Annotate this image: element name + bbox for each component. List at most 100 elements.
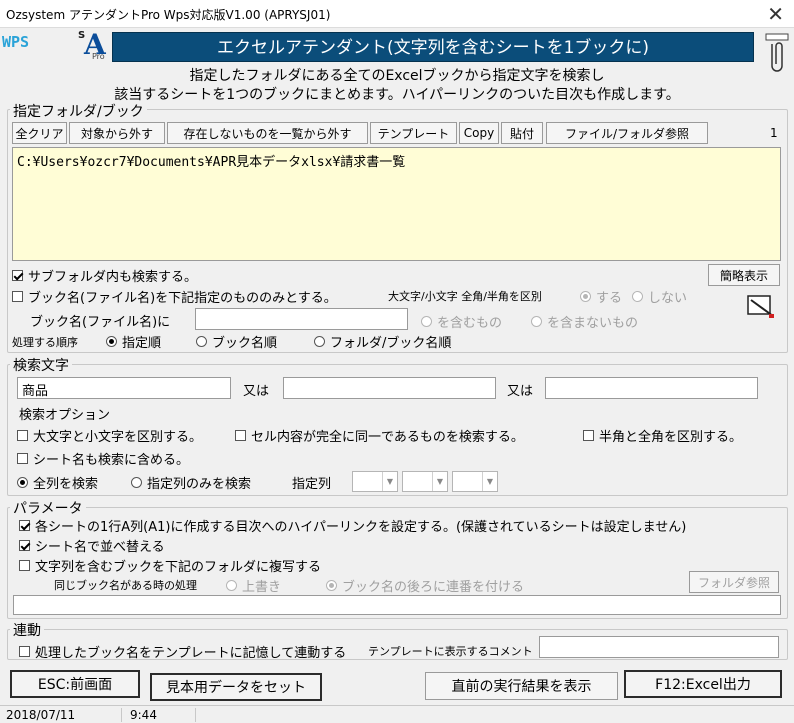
chevron-down-icon: ▼	[382, 472, 397, 491]
whole-cell-row[interactable]: セル内容が完全に同一であるものを検索する。	[235, 426, 524, 445]
not-contains-radio[interactable]	[531, 316, 542, 327]
window-titlebar: Ozsystem アテンダントPro Wps対応版V1.00 (APRYSJ01…	[0, 0, 794, 28]
not-contains-radio-row[interactable]: を含まないもの	[531, 312, 638, 331]
close-icon[interactable]: ✕	[767, 2, 784, 26]
subfolder-checkbox[interactable]	[12, 270, 23, 281]
search-options-label: 検索オプション	[19, 408, 111, 423]
order-label: 処理する順序	[12, 336, 78, 349]
brief-display-button[interactable]: 簡略表示	[708, 264, 780, 286]
overwrite-label: 上書き	[242, 580, 282, 595]
browse-file-folder-button[interactable]: ファイル/フォルダ参照	[546, 122, 708, 144]
status-bar: 2018/07/11 9:44	[0, 705, 794, 723]
width-sensitive-checkbox[interactable]	[583, 430, 594, 441]
column-select-2[interactable]: ▼	[402, 471, 448, 492]
case-yes-radio-row[interactable]: する	[580, 287, 622, 306]
search-legend: 検索文字	[10, 355, 72, 375]
bookname-input[interactable]	[195, 308, 408, 330]
append-number-radio[interactable]	[326, 580, 337, 591]
search-term-1-input[interactable]: 商品	[17, 377, 231, 399]
bookname-label: ブック名(ファイル名)に	[30, 315, 171, 330]
include-sheet-name-label: シート名も検索に含める。	[33, 453, 190, 468]
subfolder-label: サブフォルダ内も検索する。	[28, 270, 198, 285]
last-result-button[interactable]: 直前の実行結果を表示	[425, 672, 618, 700]
case-no-label: しない	[648, 291, 688, 306]
paste-button[interactable]: 貼付	[501, 122, 543, 144]
order-folder-book-row[interactable]: フォルダ/ブック名順	[314, 332, 451, 351]
case-no-radio[interactable]	[632, 291, 643, 302]
overwrite-radio[interactable]	[226, 580, 237, 591]
order-book-row[interactable]: ブック名順	[196, 332, 277, 351]
remember-label: 処理したブック名をテンプレートに記憶して連動する	[35, 646, 347, 661]
case-yes-radio[interactable]	[580, 291, 591, 302]
order-folder-book-radio[interactable]	[314, 336, 325, 347]
include-sheet-name-row[interactable]: シート名も検索に含める。	[17, 449, 189, 468]
remove-from-target-button[interactable]: 対象から外す	[69, 122, 165, 144]
banner-title: エクセルアテンダント(文字列を含むシートを1ブックに)	[112, 32, 754, 62]
hyperlink-checkbox[interactable]	[19, 520, 30, 531]
hyperlink-row[interactable]: 各シートの1行A列(A1)に作成する目次へのハイパーリンクを設定する。(保護され…	[19, 516, 686, 535]
case-sensitive-row[interactable]: 大文字と小文字を区別する。	[17, 426, 202, 445]
width-sensitive-row[interactable]: 半角と全角を区別する。	[583, 426, 742, 445]
column-select-1[interactable]: ▼	[352, 471, 398, 492]
chevron-down-icon: ▼	[432, 472, 447, 491]
param-legend: パラメータ	[10, 498, 86, 518]
copy-books-row[interactable]: 文字列を含むブックを下記のフォルダに複写する	[19, 556, 321, 575]
overwrite-row[interactable]: 上書き	[226, 576, 281, 595]
sort-by-sheet-checkbox[interactable]	[19, 540, 30, 551]
esc-button[interactable]: ESC:前画面	[10, 670, 140, 698]
search-term-3-input[interactable]	[545, 377, 758, 399]
all-columns-label: 全列を検索	[33, 477, 99, 492]
link-legend: 連動	[10, 620, 44, 640]
specified-columns-radio[interactable]	[131, 477, 142, 488]
folder-legend: 指定フォルダ/ブック	[10, 101, 147, 121]
wps-logo: WPS	[2, 33, 30, 51]
copy-folder-input[interactable]	[13, 595, 781, 615]
remove-missing-button[interactable]: 存在しないものを一覧から外す	[167, 122, 368, 144]
order-specified-radio[interactable]	[106, 336, 117, 347]
case-distinction-label: 大文字/小文字 全角/半角を区別	[388, 290, 542, 303]
comment-label: テンプレートに表示するコメント	[368, 645, 533, 658]
sample-data-button[interactable]: 見本用データをセット	[150, 673, 322, 701]
column-select-3[interactable]: ▼	[452, 471, 498, 492]
copy-books-checkbox[interactable]	[19, 560, 30, 571]
order-folder-book-label: フォルダ/ブック名順	[330, 336, 452, 351]
status-time: 9:44	[124, 708, 196, 722]
append-number-label: ブック名の後ろに連番を付ける	[342, 580, 525, 595]
folder-browse-button[interactable]: フォルダ参照	[689, 571, 779, 593]
chevron-down-icon: ▼	[482, 472, 497, 491]
template-button[interactable]: テンプレート	[370, 122, 457, 144]
subfolder-checkbox-row[interactable]: サブフォルダ内も検索する。	[12, 266, 197, 285]
order-specified-row[interactable]: 指定順	[106, 332, 161, 351]
all-columns-radio[interactable]	[17, 477, 28, 488]
contains-radio[interactable]	[421, 316, 432, 327]
excel-output-button[interactable]: F12:Excel出力	[624, 670, 782, 698]
path-list[interactable]: C:¥Users¥ozcr7¥Documents¥APR見本データxlsx¥請求…	[12, 147, 781, 261]
case-sensitive-checkbox[interactable]	[17, 430, 28, 441]
order-book-radio[interactable]	[196, 336, 207, 347]
whole-cell-checkbox[interactable]	[235, 430, 246, 441]
clear-all-button[interactable]: 全クリア	[12, 122, 67, 144]
bookname-only-label: ブック名(ファイル名)を下記指定のもののみとする。	[28, 291, 337, 306]
or-label-2: 又は	[507, 384, 534, 399]
comment-input[interactable]	[539, 636, 779, 658]
sort-by-sheet-row[interactable]: シート名で並べ替える	[19, 536, 165, 555]
edit-icon[interactable]	[745, 290, 779, 320]
specified-columns-row[interactable]: 指定列のみを検索	[131, 473, 251, 492]
remember-row[interactable]: 処理したブック名をテンプレートに記憶して連動する	[19, 642, 346, 661]
search-term-2-input[interactable]	[283, 377, 496, 399]
status-date: 2018/07/11	[0, 708, 122, 722]
copy-button[interactable]: Copy	[459, 122, 499, 144]
order-specified-label: 指定順	[122, 336, 162, 351]
remember-checkbox[interactable]	[19, 646, 30, 657]
width-sensitive-label: 半角と全角を区別する。	[599, 430, 743, 445]
bookname-only-row[interactable]: ブック名(ファイル名)を下記指定のもののみとする。	[12, 287, 337, 306]
status-message	[198, 708, 794, 722]
include-sheet-name-checkbox[interactable]	[17, 453, 28, 464]
case-no-radio-row[interactable]: しない	[632, 287, 687, 306]
all-columns-row[interactable]: 全列を検索	[17, 473, 98, 492]
window-title: Ozsystem アテンダントPro Wps対応版V1.00 (APRYSJ01…	[6, 8, 331, 22]
append-number-row[interactable]: ブック名の後ろに連番を付ける	[326, 576, 524, 595]
contains-radio-row[interactable]: を含むもの	[421, 312, 502, 331]
bookname-only-checkbox[interactable]	[12, 291, 23, 302]
description-line-1: 指定したフォルダにある全てのExcelブックから指定文字を検索し	[189, 68, 605, 84]
